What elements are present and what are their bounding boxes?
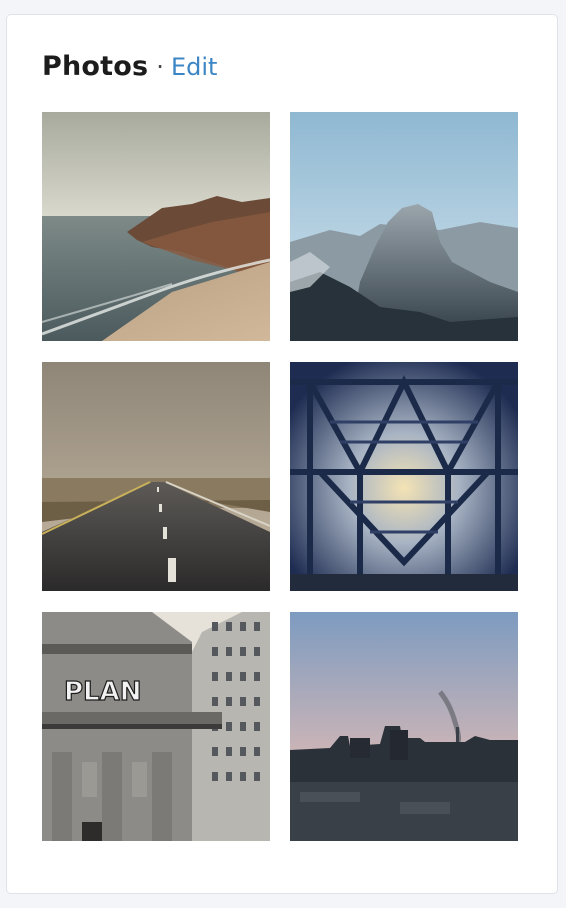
title-separator: ·	[156, 53, 164, 81]
edit-link[interactable]: Edit	[171, 53, 217, 81]
card-header: Photos · Edit	[42, 51, 217, 87]
photos-card: Photos · Edit PLAN	[6, 14, 558, 894]
photo-thumbnail[interactable]	[290, 362, 518, 591]
photo-thumbnail[interactable]: PLAN	[42, 612, 270, 841]
photo-thumbnail[interactable]	[290, 612, 518, 841]
photo-thumbnail[interactable]	[42, 362, 270, 591]
graffiti-text: PLAN	[64, 677, 142, 707]
card-title: Photos	[42, 51, 149, 82]
photo-thumbnail[interactable]	[290, 112, 518, 341]
photo-thumbnail[interactable]	[42, 112, 270, 341]
